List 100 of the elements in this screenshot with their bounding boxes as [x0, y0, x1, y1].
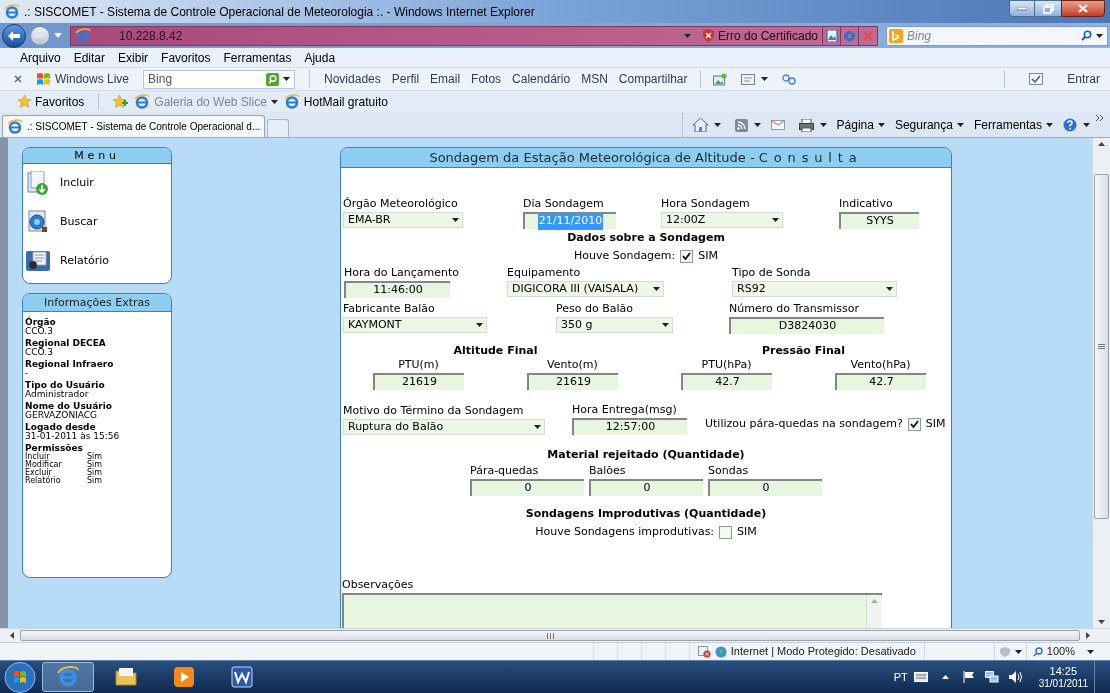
- horizontal-scrollbar[interactable]: [0, 628, 1110, 642]
- address-field[interactable]: 10.228.8.42 Erro do Certificado: [70, 25, 878, 46]
- scroll-up-icon[interactable]: [1098, 142, 1105, 146]
- dropdown[interactable]: DIGICORA III (VAISALA): [507, 281, 665, 297]
- window-card-icon[interactable]: [740, 73, 755, 85]
- vertical-scrollbar[interactable]: [1092, 138, 1110, 628]
- dropdown[interactable]: RS92: [732, 281, 898, 297]
- caret-icon[interactable]: [662, 323, 669, 327]
- clock[interactable]: 14:25 31/01/2011: [1038, 664, 1088, 690]
- dropdown[interactable]: 12:00Z: [661, 212, 783, 228]
- toolbar-link[interactable]: Compartilhar: [618, 70, 688, 88]
- compatibility-icon[interactable]: [825, 29, 838, 42]
- menu-link[interactable]: Buscar: [60, 213, 98, 231]
- mail-icon[interactable]: [770, 120, 785, 130]
- dropdown-caret-icon[interactable]: [683, 33, 691, 38]
- network-icon[interactable]: [984, 671, 999, 683]
- flag-icon[interactable]: [962, 671, 975, 683]
- caret-icon[interactable]: [1046, 123, 1053, 127]
- toolbar-link[interactable]: Novidades: [324, 70, 381, 88]
- caret-icon[interactable]: [877, 123, 885, 127]
- caret-icon[interactable]: [534, 425, 541, 429]
- caret-icon[interactable]: [713, 123, 721, 127]
- search-field[interactable]: Bing: [143, 69, 296, 89]
- forward-button[interactable]: [30, 25, 50, 46]
- caret-icon[interactable]: [270, 99, 278, 104]
- toolbar-link[interactable]: Email: [430, 70, 461, 88]
- report-icon[interactable]: [26, 249, 50, 273]
- caret-icon[interactable]: [1083, 123, 1090, 127]
- toolbar-link[interactable]: Perfil: [391, 70, 420, 88]
- caret-icon[interactable]: [819, 123, 827, 127]
- restore-button[interactable]: [1035, 0, 1061, 17]
- favorites-link[interactable]: HotMail gratuito: [303, 92, 388, 111]
- document-add-icon[interactable]: [26, 171, 50, 195]
- text-field[interactable]: 42.7: [835, 373, 926, 390]
- scroll-left-icon[interactable]: [10, 632, 14, 639]
- text-field[interactable]: 0: [470, 479, 584, 496]
- caret-icon[interactable]: [956, 123, 964, 127]
- browser-tab[interactable]: .: SISCOMET - Sistema de Controle Operacional d...: [2, 115, 266, 137]
- caret-icon[interactable]: [476, 323, 483, 327]
- text-field[interactable]: 21619: [373, 373, 464, 390]
- dropdown[interactable]: EMA-BR: [343, 212, 463, 228]
- speaker-icon[interactable]: [1008, 671, 1023, 683]
- menu-link[interactable]: Incluir: [60, 174, 94, 192]
- dropdown[interactable]: Ruptura do Balão: [343, 419, 545, 435]
- back-button[interactable]: [2, 23, 26, 48]
- caret-icon[interactable]: [760, 77, 768, 81]
- text-field[interactable]: 11:46:00: [344, 281, 450, 298]
- dropdown[interactable]: 350 g: [556, 317, 673, 333]
- translate-icon[interactable]: [781, 73, 796, 85]
- search-icon[interactable]: [1081, 30, 1092, 41]
- help-icon[interactable]: [1063, 118, 1077, 132]
- command-menu[interactable]: Segurança: [894, 116, 964, 134]
- caret-icon[interactable]: [653, 287, 661, 291]
- caret-icon[interactable]: [452, 218, 459, 222]
- checkbox[interactable]: [680, 249, 694, 263]
- menu-item[interactable]: Editar: [73, 48, 106, 67]
- text-field[interactable]: 42.7: [681, 373, 772, 390]
- menu-item[interactable]: Ajuda: [304, 48, 336, 67]
- toolbar-link[interactable]: MSN: [581, 70, 608, 88]
- date-field[interactable]: SYYS: [839, 212, 919, 229]
- text-field[interactable]: 12:57:00: [572, 418, 687, 435]
- keyboard-icon[interactable]: [913, 672, 928, 682]
- caret-icon[interactable]: [283, 77, 291, 81]
- folder-icon[interactable]: [114, 665, 138, 689]
- star-add-icon[interactable]: [113, 95, 129, 108]
- history-caret-icon[interactable]: [54, 33, 62, 38]
- magnifier-document-icon[interactable]: [26, 210, 50, 234]
- toolbar-link[interactable]: Calendário: [512, 70, 571, 88]
- caret-icon[interactable]: [1096, 33, 1103, 38]
- caret-icon[interactable]: [753, 123, 761, 127]
- feed-icon[interactable]: [734, 118, 748, 132]
- caret-icon[interactable]: [886, 287, 894, 291]
- scroll-thumb[interactable]: [20, 630, 1080, 641]
- dropdown[interactable]: KAYMONT: [343, 317, 487, 333]
- scroll-down-icon[interactable]: [1098, 620, 1105, 624]
- text-field[interactable]: 21619: [527, 373, 618, 390]
- caret-icon[interactable]: [1014, 649, 1022, 654]
- close-button[interactable]: [1061, 0, 1105, 17]
- menu-item[interactable]: Ferramentas: [223, 48, 292, 67]
- text-field[interactable]: 0: [589, 479, 703, 496]
- close-icon[interactable]: [14, 75, 22, 83]
- grip-icon[interactable]: [546, 632, 554, 639]
- menu-link[interactable]: Relatório: [60, 252, 110, 270]
- media-player-icon[interactable]: [172, 665, 196, 689]
- document-app-icon[interactable]: [230, 665, 254, 689]
- zoom-icon[interactable]: [1032, 646, 1043, 657]
- command-menu[interactable]: Ferramentas: [973, 116, 1053, 134]
- menu-item[interactable]: Exibir: [118, 48, 149, 67]
- print-icon[interactable]: [798, 118, 814, 132]
- show-hidden-icon[interactable]: [941, 675, 949, 679]
- scroll-right-icon[interactable]: [1086, 632, 1090, 639]
- minimize-icon[interactable]: [1017, 6, 1027, 11]
- text-field[interactable]: 0: [708, 479, 822, 496]
- browser-icon[interactable]: [56, 665, 80, 689]
- chevron-icon[interactable]: [1096, 115, 1104, 121]
- favorites-button[interactable]: Favoritos: [35, 92, 85, 111]
- grip-icon[interactable]: [1098, 344, 1105, 349]
- scroll-thumb[interactable]: [1094, 174, 1109, 519]
- home-icon[interactable]: [692, 118, 708, 132]
- language-indicator[interactable]: PT: [893, 668, 908, 686]
